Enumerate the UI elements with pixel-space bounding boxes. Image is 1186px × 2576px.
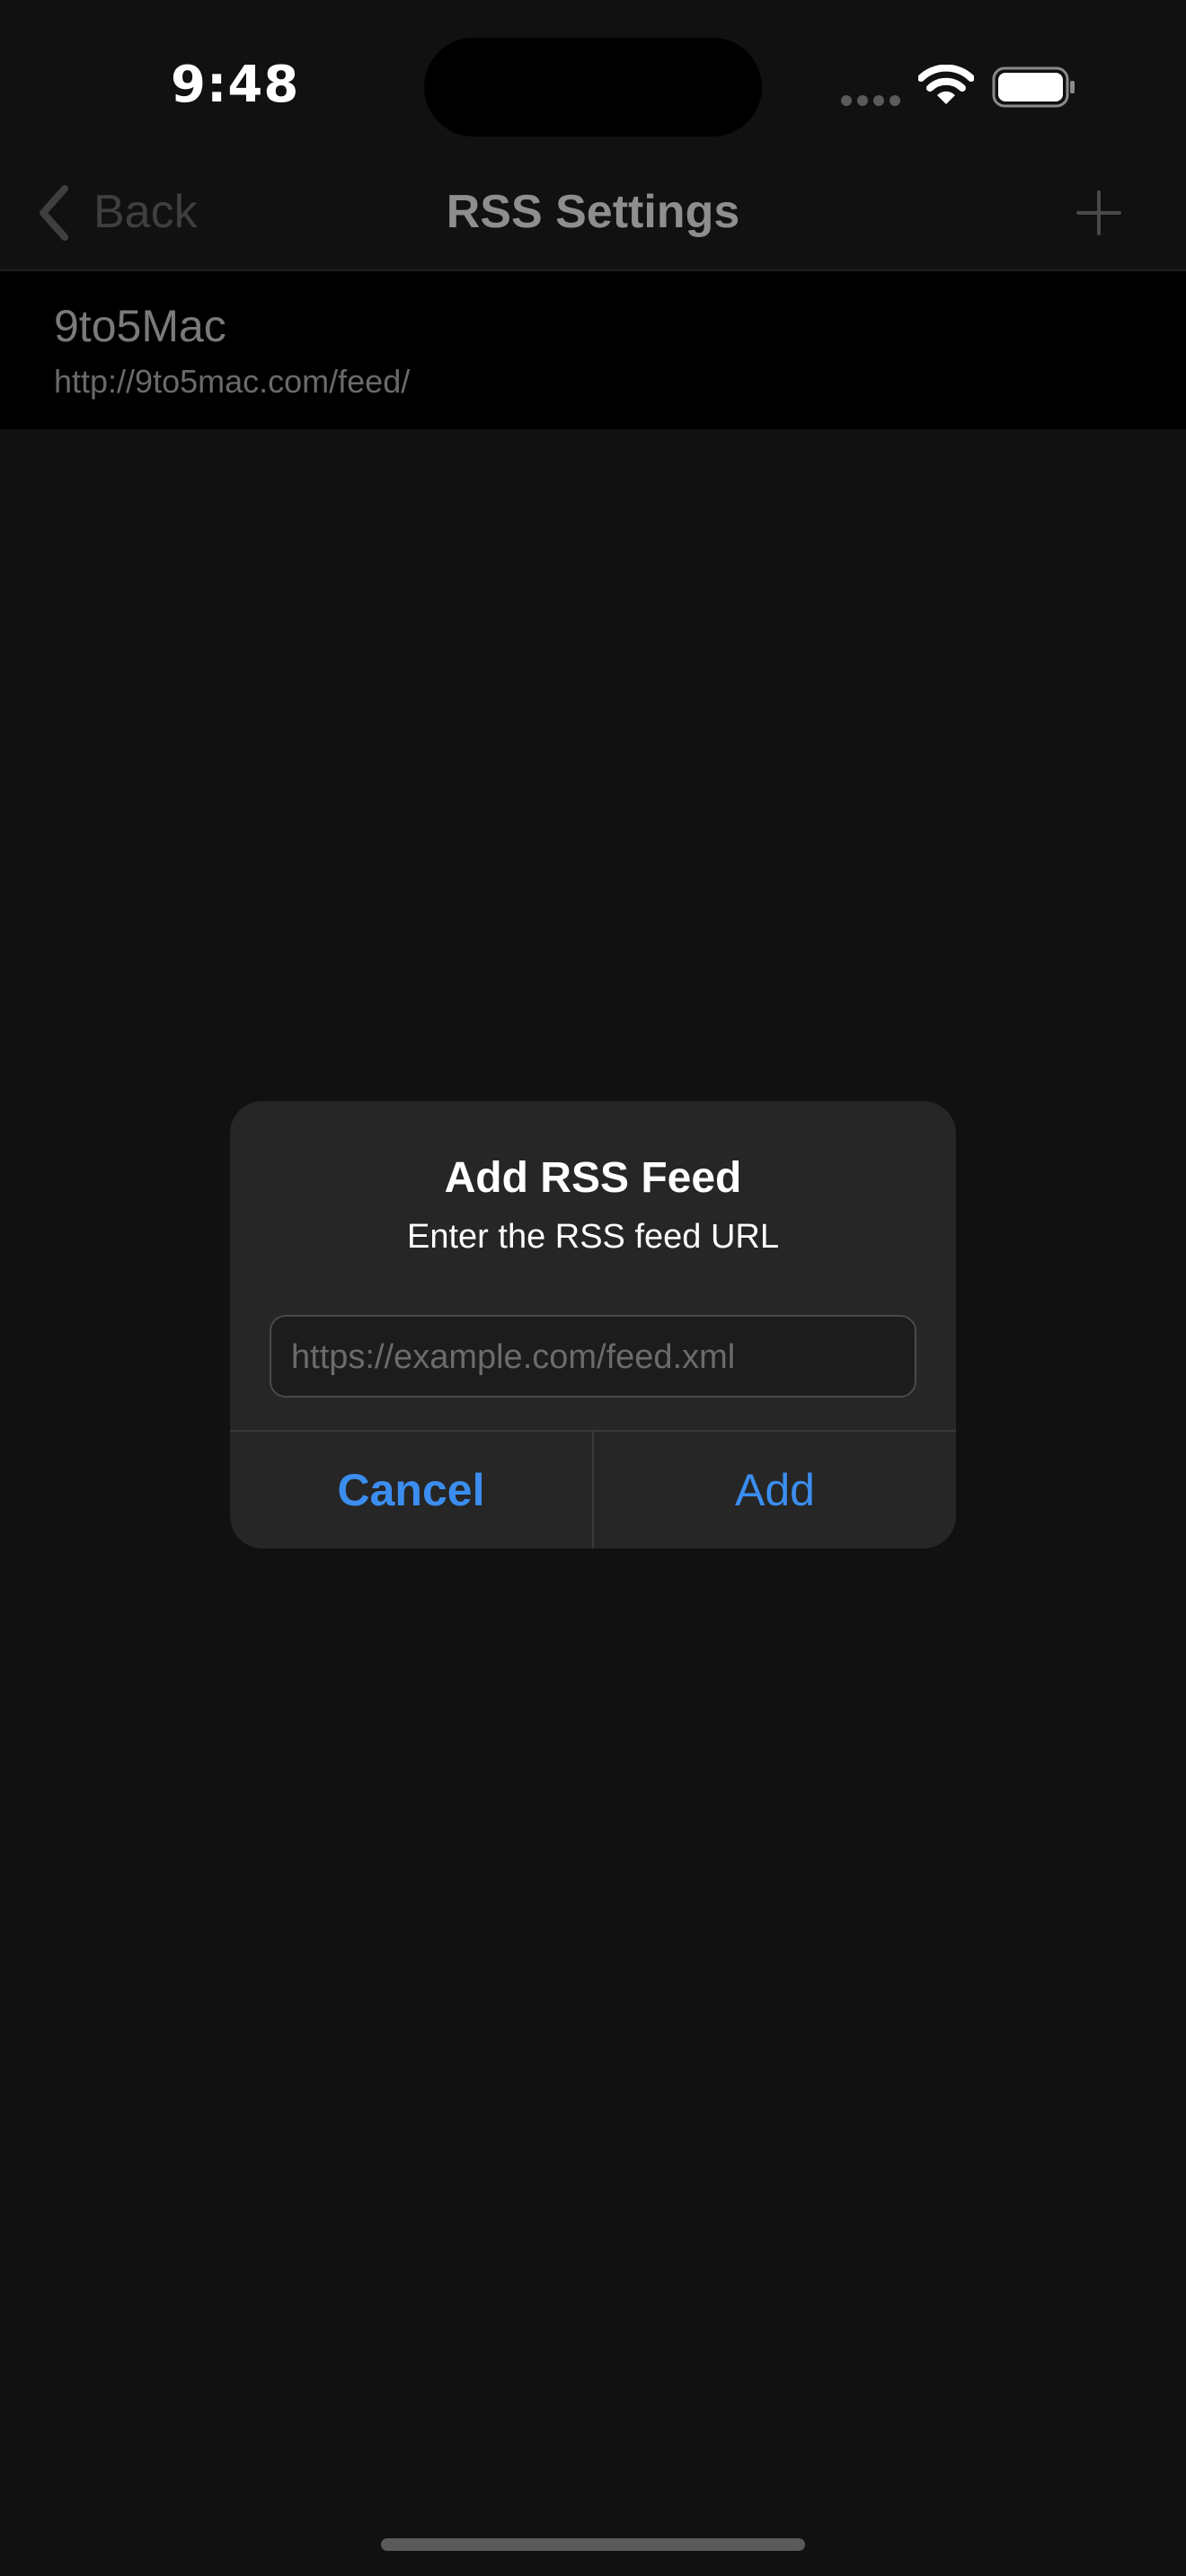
- status-bar: 9:48: [0, 0, 1186, 171]
- navigation-bar: Back RSS Settings: [0, 171, 1186, 269]
- battery-icon: [992, 66, 1076, 112]
- home-indicator[interactable]: [381, 2538, 805, 2551]
- feed-url-input-placeholder: https://example.com/feed.xml: [291, 1338, 736, 1376]
- status-time: 9:48: [171, 56, 300, 114]
- feed-name: 9to5Mac: [54, 301, 226, 351]
- add-feed-alert: Add RSS Feed Enter the RSS feed URL http…: [230, 1101, 956, 1548]
- feed-url-input[interactable]: https://example.com/feed.xml: [270, 1315, 916, 1398]
- alert-title: Add RSS Feed: [444, 1154, 742, 1202]
- dynamic-island: [424, 38, 762, 137]
- feed-url: http://9to5mac.com/feed/: [54, 363, 411, 400]
- alert-message: Enter the RSS feed URL: [407, 1218, 779, 1256]
- wifi-icon: [917, 64, 975, 110]
- add-button[interactable]: Add: [594, 1432, 956, 1548]
- cellular-dots-icon: [841, 95, 902, 106]
- page-title: RSS Settings: [446, 186, 740, 238]
- cancel-button[interactable]: Cancel: [230, 1432, 592, 1548]
- list-item[interactable]: 9to5Mac http://9to5mac.com/feed/: [0, 271, 1186, 429]
- plus-icon[interactable]: [1075, 189, 1123, 242]
